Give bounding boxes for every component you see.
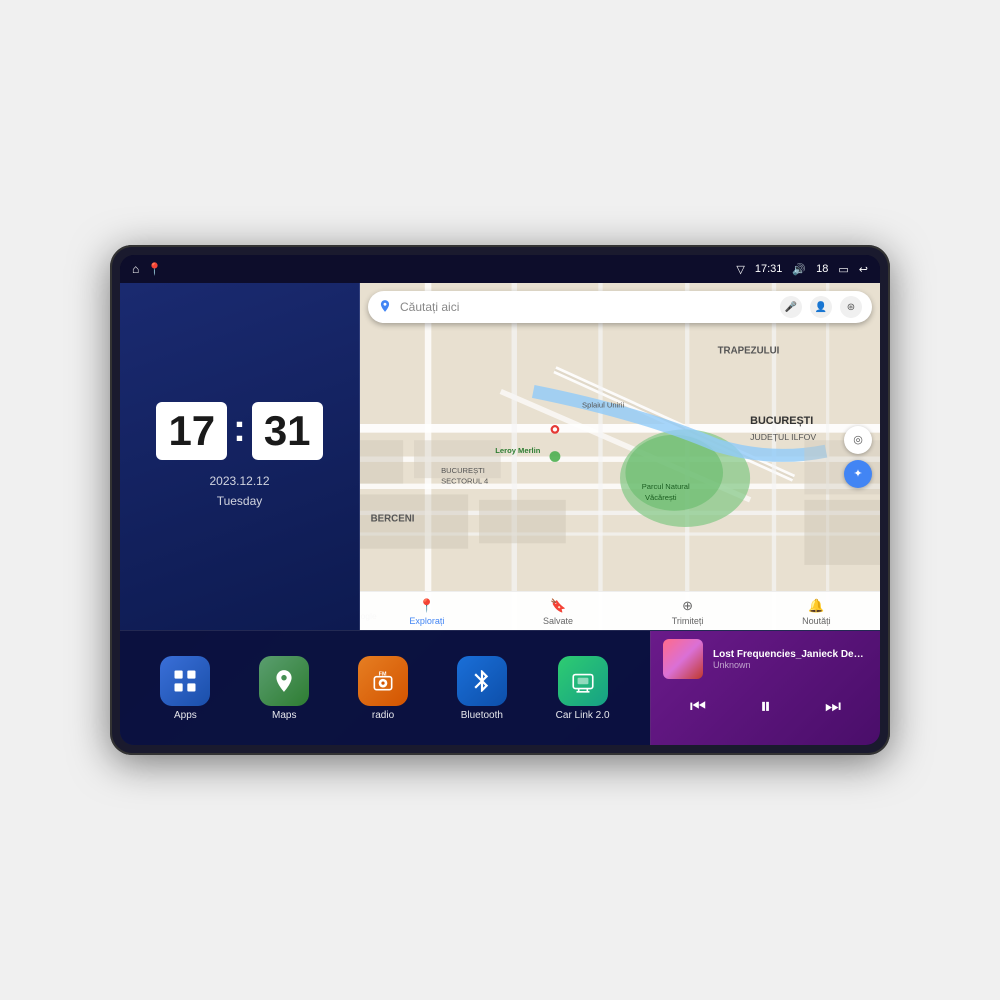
app-item-apps[interactable]: Apps <box>160 656 210 721</box>
carlink-app-icon <box>558 656 608 706</box>
location-button[interactable]: ✦ <box>844 460 872 488</box>
compass-button[interactable]: ◎ <box>844 426 872 454</box>
account-icon[interactable]: 👤 <box>810 296 832 318</box>
music-prev-button[interactable]: ⏮ <box>682 692 714 721</box>
music-thumbnail <box>663 639 703 679</box>
volume-level: 18 <box>816 263 828 275</box>
radio-label: radio <box>372 710 394 721</box>
svg-text:SECTORUL 4: SECTORUL 4 <box>441 477 488 486</box>
signal-icon: ▽ <box>736 263 744 276</box>
map-panel[interactable]: TRAPEZULUI BUCUREȘTI JUDEȚUL ILFOV BERCE… <box>360 283 880 630</box>
screen: ⌂ 📍 ▽ 17:31 🔊 18 ▭ ↩ 17 : <box>120 255 880 745</box>
carlink-label: Car Link 2.0 <box>556 710 610 721</box>
main-content: 17 : 31 2023.12.12 Tuesday <box>120 283 880 745</box>
music-player: Lost Frequencies_Janieck Devy-... Unknow… <box>650 631 880 745</box>
status-left: ⌂ 📍 <box>132 262 162 276</box>
radio-app-icon: FM <box>358 656 408 706</box>
svg-text:Leroy Merlin: Leroy Merlin <box>495 446 540 455</box>
svg-text:JUDEȚUL ILFOV: JUDEȚUL ILFOV <box>750 432 816 442</box>
saved-icon: 🔖 <box>550 598 566 614</box>
maps-label: Maps <box>272 710 296 721</box>
clock-date: 2023.12.12 Tuesday <box>209 472 269 510</box>
apps-dock: Apps Maps <box>120 631 650 745</box>
music-controls: ⏮ ⏸ ⏭ <box>663 689 868 723</box>
app-item-maps[interactable]: Maps <box>259 656 309 721</box>
map-search-actions: 🎤 👤 ⊛ <box>780 296 862 318</box>
svg-text:BUCUREȘTI: BUCUREȘTI <box>441 466 485 475</box>
music-play-button[interactable]: ⏸ <box>752 689 779 723</box>
clock-display: 17 : 31 <box>156 402 322 460</box>
svg-text:Văcărești: Văcărești <box>645 493 677 502</box>
battery-icon: ▭ <box>838 263 848 276</box>
clock-minutes: 31 <box>252 402 323 460</box>
google-maps-icon <box>378 299 392 316</box>
svg-text:BERCENI: BERCENI <box>371 514 415 525</box>
car-display-device: ⌂ 📍 ▽ 17:31 🔊 18 ▭ ↩ 17 : <box>110 245 890 755</box>
bottom-row: Apps Maps <box>120 630 880 745</box>
news-label: Noutăți <box>802 616 831 626</box>
clock-hours: 17 <box>156 402 227 460</box>
map-search-bar[interactable]: Căutați aici 🎤 👤 ⊛ <box>368 291 872 323</box>
bluetooth-app-icon <box>457 656 507 706</box>
map-nav-send[interactable]: ⊕ Trimiteți <box>672 598 704 626</box>
map-nav-saved[interactable]: 🔖 Salvate <box>543 598 573 626</box>
explore-icon: 📍 <box>419 598 435 614</box>
music-info: Lost Frequencies_Janieck Devy-... Unknow… <box>713 649 868 670</box>
volume-icon: 🔊 <box>792 263 806 276</box>
back-icon[interactable]: ↩ <box>859 263 868 276</box>
map-nav-explore[interactable]: 📍 Explorați <box>409 598 444 626</box>
svg-text:Splaiul Unirii: Splaiul Unirii <box>582 401 624 410</box>
news-icon: 🔔 <box>808 598 824 614</box>
saved-label: Salvate <box>543 616 573 626</box>
map-search-placeholder[interactable]: Căutați aici <box>400 300 772 314</box>
status-bar: ⌂ 📍 ▽ 17:31 🔊 18 ▭ ↩ <box>120 255 880 283</box>
svg-text:FM: FM <box>379 671 387 677</box>
map-nav-news[interactable]: 🔔 Noutăți <box>802 598 831 626</box>
music-title: Lost Frequencies_Janieck Devy-... <box>713 649 868 660</box>
music-thumb-image <box>663 639 703 679</box>
app-item-bluetooth[interactable]: Bluetooth <box>457 656 507 721</box>
maps-status-icon[interactable]: 📍 <box>147 262 162 276</box>
bluetooth-label: Bluetooth <box>461 710 503 721</box>
apps-icon <box>160 656 210 706</box>
home-icon[interactable]: ⌂ <box>132 262 139 276</box>
map-bottom-nav: 📍 Explorați 🔖 Salvate ⊕ Trimiteți 🔔 <box>360 591 880 630</box>
clock-colon: : <box>233 408 246 451</box>
top-row: 17 : 31 2023.12.12 Tuesday <box>120 283 880 630</box>
music-top: Lost Frequencies_Janieck Devy-... Unknow… <box>663 639 868 679</box>
mic-icon[interactable]: 🎤 <box>780 296 802 318</box>
explore-label: Explorați <box>409 616 444 626</box>
music-artist: Unknown <box>713 660 868 670</box>
map-controls: ◎ ✦ <box>844 426 872 488</box>
clock-panel: 17 : 31 2023.12.12 Tuesday <box>120 283 360 630</box>
status-time: 17:31 <box>755 263 783 275</box>
maps-app-icon <box>259 656 309 706</box>
svg-text:BUCUREȘTI: BUCUREȘTI <box>750 415 813 427</box>
send-label: Trimiteți <box>672 616 704 626</box>
app-item-radio[interactable]: FM radio <box>358 656 408 721</box>
send-icon: ⊕ <box>682 598 693 614</box>
svg-text:Parcul Natural: Parcul Natural <box>642 482 690 491</box>
app-item-carlink[interactable]: Car Link 2.0 <box>556 656 610 721</box>
status-right: ▽ 17:31 🔊 18 ▭ ↩ <box>736 263 868 276</box>
layers-icon[interactable]: ⊛ <box>840 296 862 318</box>
music-next-button[interactable]: ⏭ <box>817 692 849 721</box>
svg-text:TRAPEZULUI: TRAPEZULUI <box>718 345 780 356</box>
apps-label: Apps <box>174 710 197 721</box>
